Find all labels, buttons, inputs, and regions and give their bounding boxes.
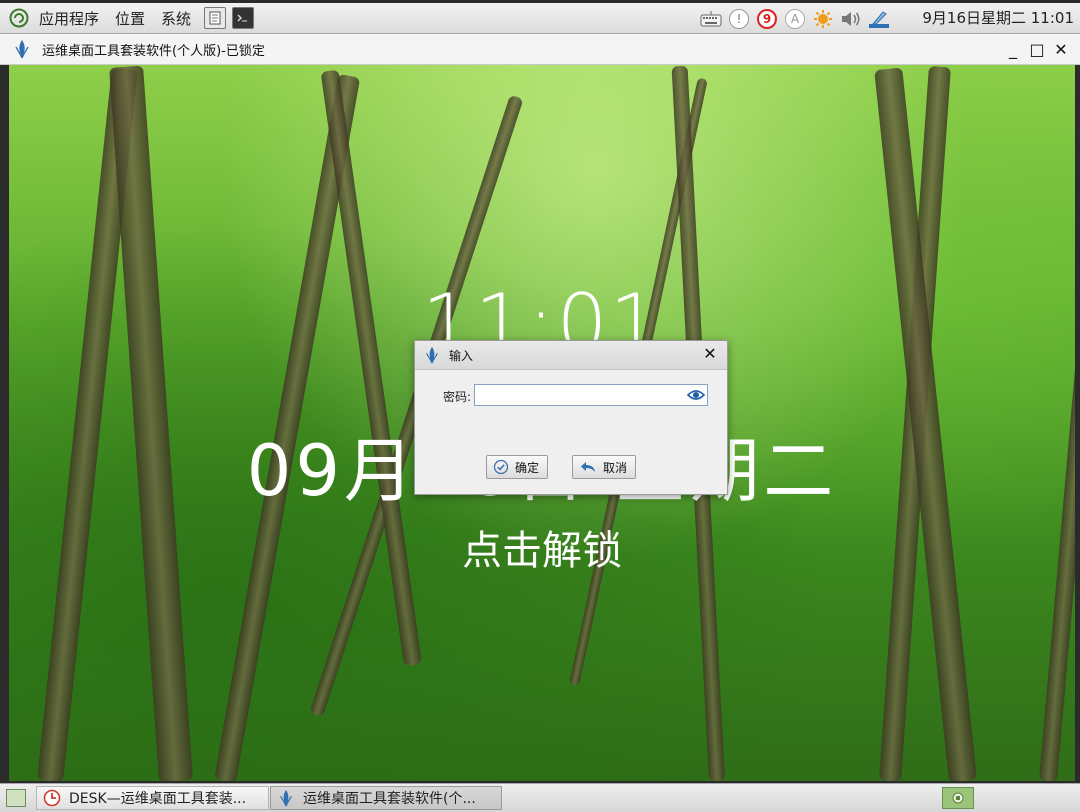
minimize-icon: _ bbox=[1009, 40, 1017, 59]
notification-badge[interactable]: 9 bbox=[756, 8, 778, 30]
taskbar-item-desk[interactable]: DESK—运维桌面工具套装... bbox=[36, 786, 269, 810]
dialog-app-icon bbox=[426, 346, 438, 364]
taskbar-item-ops-suite[interactable]: 运维桌面工具套装软件(个... bbox=[270, 786, 502, 810]
unlock-hint[interactable]: 点击解锁 bbox=[9, 518, 1075, 576]
panel-clock[interactable]: 9月16日星期二 11:01 bbox=[922, 3, 1074, 34]
show-desktop-icon[interactable] bbox=[6, 789, 26, 807]
check-circle-icon bbox=[493, 459, 509, 475]
window-title-bar[interactable]: 运维桌面工具套装软件(个人版)-已锁定 _ □ ✕ bbox=[0, 34, 1080, 65]
text-editor-launcher-icon[interactable] bbox=[204, 7, 227, 29]
close-icon: ✕ bbox=[1054, 40, 1068, 59]
distro-logo-icon[interactable] bbox=[8, 7, 30, 29]
menu-applications[interactable]: 应用程序 bbox=[36, 6, 102, 31]
input-method-letter: A bbox=[785, 8, 805, 29]
taskbar-item-label: 运维桌面工具套装软件(个... bbox=[303, 791, 476, 807]
cancel-label: 取消 bbox=[603, 460, 628, 475]
top-panel: 应用程序 位置 系统 ! 9 A 9月16日星期二 11:01 bbox=[0, 0, 1080, 34]
close-icon: ✕ bbox=[703, 344, 717, 363]
system-tray: ! 9 A bbox=[700, 3, 896, 34]
info-icon[interactable]: ! bbox=[728, 8, 750, 30]
close-window-button[interactable]: ✕ bbox=[1050, 34, 1072, 65]
maximize-icon: □ bbox=[1029, 40, 1045, 59]
bottom-taskbar: DESK—运维桌面工具套装... 运维桌面工具套装软件(个... bbox=[0, 783, 1080, 812]
dialog-close-button[interactable]: ✕ bbox=[701, 345, 719, 363]
password-dialog: 输入 ✕ 密码: 确定 取消 bbox=[414, 340, 728, 495]
window-title: 运维桌面工具套装软件(个人版)-已锁定 bbox=[42, 43, 265, 59]
workspace-mini-icon bbox=[952, 792, 964, 804]
confirm-label: 确定 bbox=[515, 460, 540, 475]
taskbar-item-label: DESK—运维桌面工具套装... bbox=[69, 791, 247, 807]
app-logo-icon bbox=[280, 789, 292, 807]
dialog-title-bar[interactable]: 输入 ✕ bbox=[415, 341, 727, 370]
desk-app-icon bbox=[43, 789, 61, 807]
maximize-button[interactable]: □ bbox=[1026, 34, 1048, 65]
cancel-button[interactable]: 取消 bbox=[572, 455, 637, 479]
undo-arrow-icon bbox=[581, 462, 595, 472]
network-icon[interactable] bbox=[868, 8, 890, 30]
password-field[interactable] bbox=[474, 384, 708, 406]
menu-places[interactable]: 位置 bbox=[112, 6, 148, 31]
keyboard-icon[interactable] bbox=[700, 8, 722, 30]
confirm-button[interactable]: 确定 bbox=[486, 455, 549, 479]
update-sun-icon[interactable] bbox=[812, 8, 834, 30]
terminal-launcher-icon[interactable] bbox=[232, 7, 255, 29]
minimize-button[interactable]: _ bbox=[1002, 34, 1024, 65]
input-method-icon[interactable]: A bbox=[784, 8, 806, 30]
notification-count: 9 bbox=[757, 8, 777, 29]
volume-icon[interactable] bbox=[840, 8, 862, 30]
workspace-switcher[interactable] bbox=[942, 787, 974, 809]
password-label: 密码: bbox=[443, 390, 472, 404]
show-password-eye-icon[interactable] bbox=[687, 387, 705, 403]
app-logo-icon bbox=[15, 40, 29, 59]
menu-system[interactable]: 系统 bbox=[158, 6, 194, 31]
dialog-title: 输入 bbox=[449, 348, 474, 363]
